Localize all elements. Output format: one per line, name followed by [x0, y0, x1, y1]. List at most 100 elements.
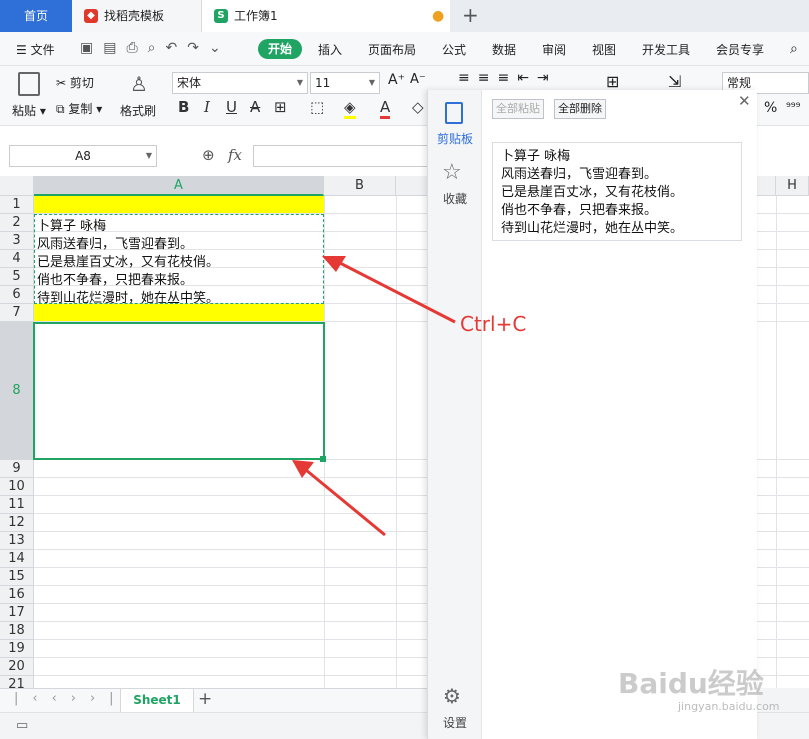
decrease-font-icon[interactable]: A⁻ [410, 72, 426, 87]
copy-button[interactable]: ⧉ 复制 ▾ [56, 100, 102, 117]
row-header[interactable]: 16 [0, 586, 34, 604]
menu-start[interactable]: 开始 [258, 39, 302, 59]
format-painter-icon[interactable]: ♙ [130, 72, 148, 96]
zoom-icon[interactable]: ⊕ [202, 146, 215, 164]
save-icon[interactable]: ▣ [80, 40, 103, 56]
unsaved-dot-icon: ● [432, 8, 445, 24]
menu-review[interactable]: 审阅 [542, 41, 566, 58]
row-header-8[interactable]: 8 [0, 322, 34, 460]
menu-insert[interactable]: 插入 [318, 41, 342, 58]
formula-input[interactable] [253, 145, 453, 167]
redo-icon[interactable]: ↷ [187, 40, 209, 56]
wrap-icon[interactable]: ⇲ [668, 72, 681, 91]
settings-label[interactable]: 设置 [428, 714, 482, 731]
star-icon[interactable]: ☆ [442, 160, 462, 185]
column-header-h[interactable]: H [776, 176, 809, 196]
menu-data[interactable]: 数据 [492, 41, 516, 58]
row-header[interactable]: 1 [0, 196, 34, 214]
bold-button[interactable]: B [178, 98, 189, 116]
merge-icon[interactable]: ⊞ [606, 72, 619, 91]
clip-line: 已是悬崖百丈冰，又有花枝俏。 [501, 185, 684, 200]
fill-color-icon[interactable]: ◈ [344, 98, 356, 119]
sheet-tab-sheet1[interactable]: Sheet1 [120, 689, 194, 712]
undo-icon[interactable]: ↶ [166, 40, 188, 56]
format-painter-button[interactable]: 格式刷 [120, 102, 156, 119]
align-icons[interactable]: ≡≡≡⇤⇥ [458, 70, 557, 86]
row-header[interactable]: 17 [0, 604, 34, 622]
row-header[interactable]: 20 [0, 658, 34, 676]
row-header[interactable]: 15 [0, 568, 34, 586]
border-icon[interactable]: ⊞ [274, 98, 287, 116]
clear-icon[interactable]: ◇ [412, 98, 424, 116]
gridline [396, 196, 397, 688]
spreadsheet-icon: S [214, 9, 228, 23]
fx-icon[interactable]: fx [228, 146, 242, 164]
row-header[interactable]: 12 [0, 514, 34, 532]
row-header[interactable]: 6 [0, 286, 34, 304]
menu-page-layout[interactable]: 页面布局 [368, 41, 416, 58]
clipboard-item[interactable]: 卜算子 咏梅 风雨送春归，飞雪迎春到。 已是悬崖百丈冰，又有花枝俏。 俏也不争春… [492, 142, 742, 241]
clip-line: 风雨送春归，飞雪迎春到。 [501, 167, 658, 182]
row-header[interactable]: 9 [0, 460, 34, 478]
cell-style-icon[interactable]: ⬚ [310, 98, 324, 116]
row-header[interactable]: 13 [0, 532, 34, 550]
row-header[interactable]: 19 [0, 640, 34, 658]
export-icon[interactable]: ▤ [103, 40, 126, 56]
row-header[interactable]: 4 [0, 250, 34, 268]
tab-clipboard[interactable]: 剪贴板 [428, 130, 482, 147]
row-header[interactable]: 18 [0, 622, 34, 640]
dropdown-icon[interactable]: ⌄ [209, 40, 231, 56]
tab-workbook-label: 工作簿1 [234, 9, 278, 23]
row-header[interactable]: 11 [0, 496, 34, 514]
menu-file[interactable]: ☰ 文件 [16, 41, 55, 58]
tab-favorites[interactable]: 收藏 [428, 190, 482, 207]
row-header[interactable]: 14 [0, 550, 34, 568]
column-header-b[interactable]: B [324, 176, 396, 196]
increase-font-icon[interactable]: A⁺ [388, 72, 405, 88]
close-icon[interactable]: ✕ [738, 92, 751, 110]
gear-icon[interactable]: ⚙ [443, 684, 461, 708]
percent-button[interactable]: % [764, 100, 777, 116]
row-header[interactable]: 10 [0, 478, 34, 496]
cut-button[interactable]: ✂ 剪切 [56, 74, 94, 91]
selected-cell-a8[interactable] [33, 322, 325, 460]
font-color-button[interactable]: A [380, 98, 391, 119]
fill-handle[interactable] [320, 456, 326, 462]
search-icon[interactable]: ⌕ [790, 41, 798, 57]
sheet-nav-arrows[interactable]: |‹‹››| [14, 691, 128, 706]
print-icon[interactable]: ⎙ [126, 40, 147, 56]
clip-line: 待到山花烂漫时，她在丛中笑。 [501, 221, 684, 236]
menu-membership[interactable]: 会员专享 [716, 41, 764, 58]
row-header[interactable]: 7 [0, 304, 34, 322]
new-tab-button[interactable]: + [462, 3, 479, 27]
strikethrough-button[interactable]: A [250, 98, 260, 116]
paste-all-button[interactable]: 全部粘贴 [492, 99, 544, 119]
row-header[interactable]: 3 [0, 232, 34, 250]
underline-button[interactable]: U [226, 98, 237, 116]
paste-button[interactable]: 粘贴 ▾ [12, 102, 46, 119]
name-box[interactable]: A8 ▼ [9, 145, 157, 167]
menu-view[interactable]: 视图 [592, 41, 616, 58]
menu-formulas[interactable]: 公式 [442, 41, 466, 58]
italic-button[interactable]: I [204, 98, 210, 116]
preview-icon[interactable]: ⌕ [148, 40, 166, 56]
row-header[interactable]: 21 [0, 676, 34, 688]
tab-home[interactable]: 首页 [0, 0, 72, 32]
paste-icon[interactable] [18, 72, 40, 96]
menu-developer[interactable]: 开发工具 [642, 41, 690, 58]
add-sheet-button[interactable]: + [198, 689, 212, 709]
delete-all-button[interactable]: 全部删除 [554, 99, 606, 119]
macro-icon[interactable]: ▭ [16, 718, 28, 733]
select-all-corner[interactable] [0, 176, 34, 196]
tab-template[interactable]: ◆ 找稻壳模板 [72, 0, 202, 32]
tab-workbook[interactable]: S 工作簿1 ● [202, 0, 450, 32]
column-header-a[interactable]: A [34, 176, 324, 196]
highlight-row-7 [34, 304, 324, 322]
comma-button[interactable]: ⁹⁹⁹ [786, 100, 800, 114]
row-header[interactable]: 5 [0, 268, 34, 286]
font-size-select[interactable]: 11 ▼ [310, 72, 380, 94]
clipboard-icon[interactable] [445, 102, 463, 124]
row-header[interactable]: 2 [0, 214, 34, 232]
shortcut-annotation: Ctrl+C [460, 312, 527, 336]
font-name-select[interactable]: 宋体 ▼ [172, 72, 308, 94]
